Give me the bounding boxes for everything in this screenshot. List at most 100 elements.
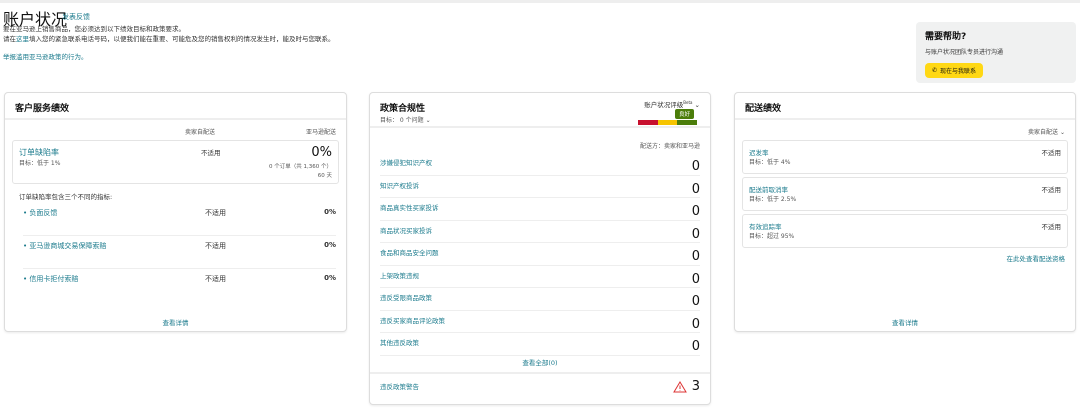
odr-days: 60 天 bbox=[317, 173, 332, 179]
target-text: 目标： 0 个问题 bbox=[380, 117, 424, 124]
filter-dropdown[interactable]: 卖家自配送 ⌄ bbox=[1028, 127, 1065, 136]
rating-badge: 良好 bbox=[674, 109, 694, 119]
metric-value: 不适用 bbox=[1041, 186, 1062, 194]
shipping-metric: 有效追踪率目标：超过 95% 不适用 bbox=[742, 214, 1068, 248]
policy-item-link[interactable]: 上架政策违规 bbox=[380, 270, 419, 280]
help-title: 需要帮助? bbox=[925, 32, 967, 42]
metric-label: 负面反馈 bbox=[29, 209, 58, 217]
policy-item-value: 0 bbox=[691, 226, 700, 242]
metric-amazon: 0% bbox=[324, 208, 336, 216]
chevron-down-icon: ⌄ bbox=[1059, 129, 1065, 136]
metric-target: 目标：超过 95% bbox=[749, 233, 795, 240]
card-title: 配送绩效 bbox=[735, 93, 1075, 120]
feedback-link[interactable]: 发表反馈 bbox=[62, 12, 90, 22]
metric-list: • 负面反馈 不适用 0% • 亚马逊商城交易保障索赔 不适用 0% • 信用卡拒付索赔… bbox=[23, 203, 336, 302]
warning-icon bbox=[672, 380, 687, 392]
metric-value: 不适用 bbox=[1041, 223, 1062, 231]
policy-row: 食品和商品安全问题 0 bbox=[380, 243, 700, 266]
view-details-link[interactable]: 查看详情 bbox=[735, 317, 1075, 327]
metric-amazon: 0% bbox=[324, 274, 336, 282]
policy-item-value: 0 bbox=[691, 159, 700, 174]
contact-button[interactable]: ✆ 现在与我联系 bbox=[925, 63, 984, 78]
metric-amazon: 0% bbox=[324, 241, 336, 249]
card-title: 客户服务绩效 bbox=[5, 93, 346, 120]
policy-item-value: 0 bbox=[691, 204, 700, 219]
intro-line: 要在亚马逊上销售商品，您必须达到以下绩效目标和政策要求。 bbox=[3, 25, 185, 33]
policy-item-link[interactable]: 涉嫌侵犯知识产权 bbox=[380, 157, 432, 167]
policy-item-link[interactable]: 商品真实性买家投诉 bbox=[380, 202, 439, 212]
fulfilled-by: 配送方：卖家和亚马逊 bbox=[639, 143, 700, 150]
policy-item-link[interactable]: 知识产权投诉 bbox=[380, 180, 419, 190]
policy-row: 商品状况买家投诉 0 bbox=[380, 221, 700, 243]
odr-box: 订单缺陷率 目标：低于 1% 不适用 0% 0 个订单（共 1,360 个） 6… bbox=[12, 140, 339, 184]
phone-icon: ✆ bbox=[932, 67, 938, 74]
policy-row: 知识产权投诉 0 bbox=[380, 176, 700, 198]
contact-label: 现在与我联系 bbox=[940, 68, 977, 75]
help-box: 需要帮助? 与账户状况团队专员进行沟通 ✆ 现在与我联系 bbox=[916, 22, 1076, 83]
metric-link[interactable]: 有效追踪率 bbox=[749, 221, 782, 231]
metric-link[interactable]: • 负面反馈 bbox=[23, 208, 57, 218]
policy-item-value: 0 bbox=[691, 271, 700, 287]
view-details-link[interactable]: 查看详情 bbox=[5, 317, 346, 327]
rating-bar-red bbox=[638, 120, 658, 125]
metric-label: 信用卡拒付索赔 bbox=[29, 275, 79, 283]
policy-item-value: 0 bbox=[691, 249, 700, 264]
odr-link[interactable]: 订单缺陷率 bbox=[19, 147, 59, 158]
policy-row: 违反买家商品评论政策 0 bbox=[380, 311, 700, 333]
chevron-down-icon: ⌄ bbox=[694, 101, 700, 109]
col-seller: 卖家自配送 bbox=[185, 129, 216, 136]
policy-item-value: 0 bbox=[691, 316, 700, 332]
shipping-metric: 配送前取消率目标：低于 2.5% 不适用 bbox=[742, 177, 1068, 211]
policy-item-link[interactable]: 其他违反政策 bbox=[380, 337, 419, 347]
rating-dropdown[interactable]: 账户状况评级Beta ⌄ bbox=[644, 99, 700, 109]
top-bar bbox=[0, 0, 1080, 3]
metric-link[interactable]: 配送前取消率 bbox=[749, 184, 788, 194]
chevron-down-icon: ⌄ bbox=[425, 117, 431, 124]
policy-item-link[interactable]: 违反受限商品政策 bbox=[380, 292, 432, 302]
view-all-link[interactable]: 查看全部(0) bbox=[370, 357, 710, 367]
policy-item-link[interactable]: 食品和商品安全问题 bbox=[380, 247, 439, 257]
policy-item-link[interactable]: 违反买家商品评论政策 bbox=[380, 315, 445, 325]
eligibility-link[interactable]: 在此处查看配送资格 bbox=[1007, 253, 1066, 263]
metric-seller: 不适用 bbox=[205, 275, 226, 283]
text: 填入您的紧急联系电话号码，以便我们能在重要、可能危及您的销售权利的情况发生时，能… bbox=[29, 35, 335, 43]
rating-bar-yellow bbox=[657, 120, 678, 125]
policy-row: 涉嫌侵犯知识产权 0 bbox=[380, 153, 700, 176]
metric-link[interactable]: 迟发率 bbox=[749, 147, 769, 157]
metric-link[interactable]: • 亚马逊商城交易保障索赔 bbox=[23, 241, 106, 251]
shipping-metric: 迟发率 目标：低于 4% 不适用 bbox=[742, 140, 1068, 174]
filter-value: 卖家自配送 bbox=[1028, 129, 1059, 136]
warnings-link[interactable]: 违反政策警告 bbox=[380, 381, 419, 391]
warnings-count: 3 bbox=[672, 379, 700, 394]
policy-row: 上架政策违规 0 bbox=[380, 266, 700, 288]
warnings-value: 3 bbox=[691, 379, 700, 394]
divider bbox=[370, 372, 710, 374]
metric-seller: 不适用 bbox=[205, 242, 226, 250]
policy-row: 商品真实性买家投诉 0 bbox=[380, 198, 700, 221]
rating-bar bbox=[638, 120, 698, 125]
metric-target: 目标：低于 4% bbox=[749, 159, 791, 166]
here-link[interactable]: 这里 bbox=[16, 35, 29, 43]
metrics-intro: 订单缺陷率包含三个不同的指标: bbox=[19, 193, 113, 201]
odr-amazon: 0% bbox=[311, 145, 332, 160]
policy-row: 其他违反政策 0 bbox=[380, 333, 700, 356]
rating-bar-green bbox=[677, 120, 698, 125]
policy-item-value: 0 bbox=[691, 339, 700, 354]
metric-row: • 信用卡拒付索赔 不适用 0% bbox=[23, 269, 336, 302]
odr-orders: 0 个订单（共 1,360 个） bbox=[269, 164, 332, 170]
intro-line: 请在这里填入您的紧急联系电话号码，以便我们能在重要、可能危及您的销售权利的情况发… bbox=[3, 34, 335, 44]
shipping-card: 配送绩效 卖家自配送 ⌄ 迟发率 目标：低于 4% 不适用 配送前取消率 目标：低于 2… bbox=[734, 92, 1076, 332]
metric-label: 亚马逊商城交易保障索赔 bbox=[29, 242, 107, 250]
policy-item-value: 0 bbox=[691, 181, 700, 197]
odr-target: 目标：低于 1% bbox=[19, 160, 61, 167]
odr-seller: 不适用 bbox=[201, 149, 221, 157]
metric-link[interactable]: • 信用卡拒付索赔 bbox=[23, 274, 78, 284]
metric-seller: 不适用 bbox=[205, 209, 226, 217]
report-abuse-link[interactable]: 举报滥用亚马逊政策的行为。 bbox=[3, 51, 88, 61]
policy-item-link[interactable]: 商品状况买家投诉 bbox=[380, 225, 432, 235]
help-text: 与账户状况团队专员进行沟通 bbox=[925, 49, 1004, 56]
metric-target: 目标：低于 2.5% bbox=[749, 196, 797, 203]
policy-row: 违反受限商品政策 0 bbox=[380, 288, 700, 311]
metric-row: • 亚马逊商城交易保障索赔 不适用 0% bbox=[23, 236, 336, 269]
rating-label: 账户状况评级 bbox=[644, 101, 684, 109]
